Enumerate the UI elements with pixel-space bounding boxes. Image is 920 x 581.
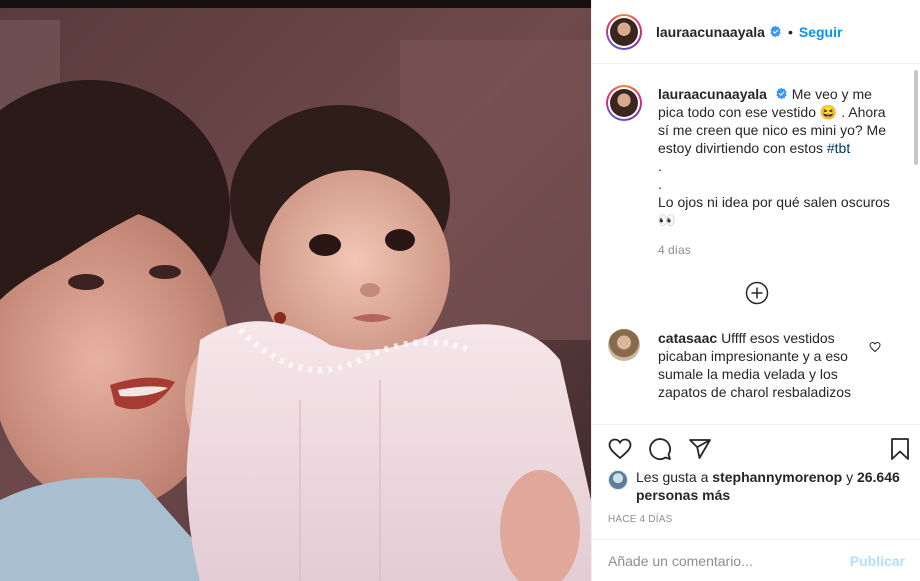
liker-avatar[interactable]: [608, 470, 628, 490]
caption-username[interactable]: lauraacunaayala: [658, 86, 767, 102]
likes-summary: Les gusta a stephannymorenop y 26.646 pe…: [608, 468, 908, 504]
laughing-emoji-icon: 😆: [819, 104, 838, 120]
photo-image: [0, 0, 591, 581]
caption-avatar[interactable]: [606, 85, 642, 121]
follow-button[interactable]: Seguir: [799, 24, 843, 40]
load-more-comments-icon[interactable]: [745, 281, 769, 305]
likes-prefix: Les gusta a: [636, 469, 709, 485]
likes-conjunction: y: [846, 469, 854, 485]
caption-dot-2: .: [658, 176, 662, 192]
hashtag-tbt[interactable]: #tbt: [827, 140, 850, 156]
comments-scrollbar[interactable]: [914, 70, 918, 165]
add-comment-bar: Publicar: [592, 539, 920, 581]
caption-time[interactable]: 4 días: [658, 241, 898, 259]
post-photo[interactable]: [0, 0, 591, 581]
publish-button[interactable]: Publicar: [850, 553, 905, 569]
comment-input[interactable]: [608, 552, 842, 569]
comment-item: catasaac Uffff esos vestidos picaban imp…: [606, 329, 907, 401]
caption: lauraacunaayala Me veo y me pica todo co…: [606, 85, 907, 259]
comment-bubble-icon[interactable]: [648, 437, 672, 461]
load-more: [606, 281, 907, 305]
post-detail-panel: lauraacunaayala • Seguir lauraacunaayala…: [591, 0, 920, 581]
comments-section[interactable]: lauraacunaayala Me veo y me pica todo co…: [592, 65, 920, 424]
author-username[interactable]: lauraacunaayala: [656, 24, 765, 40]
eyes-emoji-icon: 👀: [658, 212, 676, 228]
verified-badge-icon: [770, 25, 781, 38]
share-paper-plane-icon[interactable]: [688, 437, 712, 461]
caption-text-3: Lo ojos ni idea por qué salen oscuros: [658, 194, 890, 210]
comment-like-icon[interactable]: [869, 341, 881, 353]
commenter-avatar[interactable]: [608, 329, 640, 361]
commenter-username[interactable]: catasaac: [658, 330, 717, 346]
caption-body: lauraacunaayala Me veo y me pica todo co…: [658, 85, 898, 259]
header-separator: •: [787, 23, 793, 40]
caption-dot-1: .: [658, 158, 662, 174]
liker-username[interactable]: stephannymorenop: [712, 469, 842, 485]
comment-body: catasaac Uffff esos vestidos picaban imp…: [658, 329, 863, 401]
author-avatar[interactable]: [606, 13, 642, 50]
save-bookmark-icon[interactable]: [888, 437, 912, 461]
verified-badge-icon: [776, 87, 787, 100]
action-bar: [592, 424, 920, 464]
like-heart-icon[interactable]: [608, 437, 632, 461]
post-header: lauraacunaayala • Seguir: [592, 0, 920, 64]
likes-text: Les gusta a stephannymorenop y 26.646 pe…: [636, 468, 908, 504]
post-timestamp[interactable]: HACE 4 DÍAS: [608, 514, 672, 525]
